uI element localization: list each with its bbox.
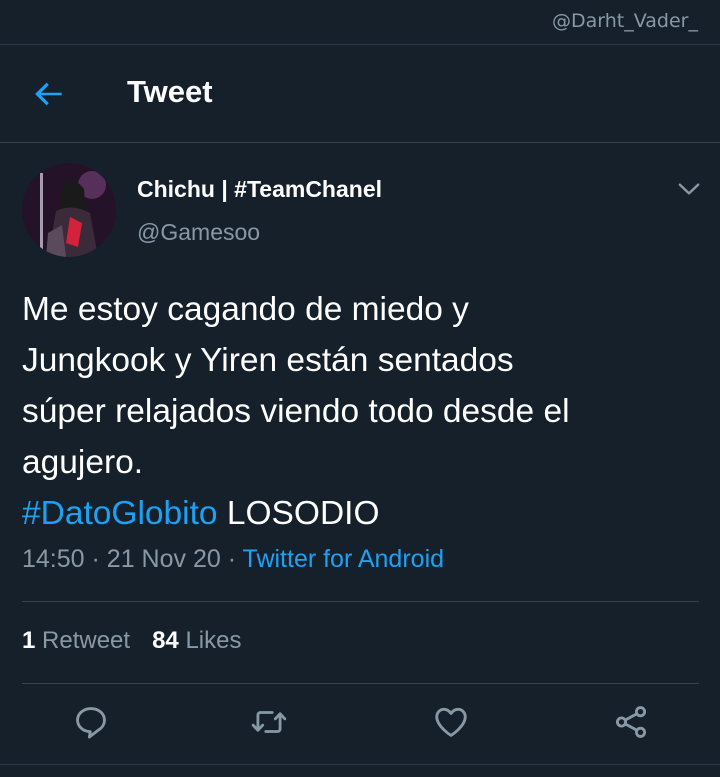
- stats-top-divider: [22, 601, 699, 602]
- hashtag-link[interactable]: #DatoGlobito: [22, 495, 218, 532]
- author-name[interactable]: Chichu | #TeamChanel: [137, 176, 382, 203]
- retweet-icon[interactable]: [250, 703, 288, 741]
- tweet-text: Me estoy cagando de miedo y Jungkook y Y…: [22, 284, 702, 539]
- retweet-stat[interactable]: 1 Retweet: [22, 627, 130, 654]
- retweet-count: 1: [22, 627, 36, 654]
- arrow-left-icon[interactable]: [30, 75, 68, 113]
- tweet-line: #DatoGlobito LOSODIO: [22, 488, 702, 539]
- author-handle[interactable]: @Gamesoo: [137, 219, 260, 246]
- share-icon[interactable]: [612, 703, 650, 741]
- chevron-down-icon[interactable]: [676, 176, 702, 202]
- tweet-line: súper relajados viendo todo desde el: [22, 393, 570, 430]
- like-stat[interactable]: 84 Likes: [152, 627, 241, 654]
- like-icon[interactable]: [432, 703, 470, 741]
- tweet-stats: 1 Retweet 84 Likes: [22, 627, 241, 655]
- retweet-label: Retweet: [42, 627, 131, 654]
- tweet-text-suffix: LOSODIO: [217, 495, 380, 532]
- bottom-divider: [0, 764, 720, 765]
- page-title: Tweet: [127, 74, 213, 109]
- like-label: Likes: [185, 627, 242, 654]
- app-header: Tweet: [0, 45, 720, 142]
- tweet-time: 14:50: [22, 545, 85, 573]
- like-count: 84: [152, 627, 179, 654]
- tweet-line: Jungkook y Yiren están sentados: [22, 342, 514, 379]
- tweet-date: 21 Nov 20: [106, 545, 221, 573]
- reply-icon[interactable]: [72, 703, 110, 741]
- tweet-meta: 14:50 · 21 Nov 20 · Twitter for Android: [22, 545, 444, 574]
- meta-separator: ·: [227, 545, 237, 573]
- stats-bottom-divider: [22, 683, 699, 684]
- tweet-line: agujero.: [22, 444, 144, 481]
- tweet-line: Me estoy cagando de miedo y: [22, 291, 469, 328]
- meta-separator: ·: [91, 545, 100, 573]
- header-divider: [0, 142, 720, 143]
- watermark-handle: @Darht_Vader_: [552, 10, 698, 32]
- avatar[interactable]: [22, 163, 116, 257]
- tweet-source-link[interactable]: Twitter for Android: [243, 545, 444, 573]
- avatar-image: [22, 163, 116, 257]
